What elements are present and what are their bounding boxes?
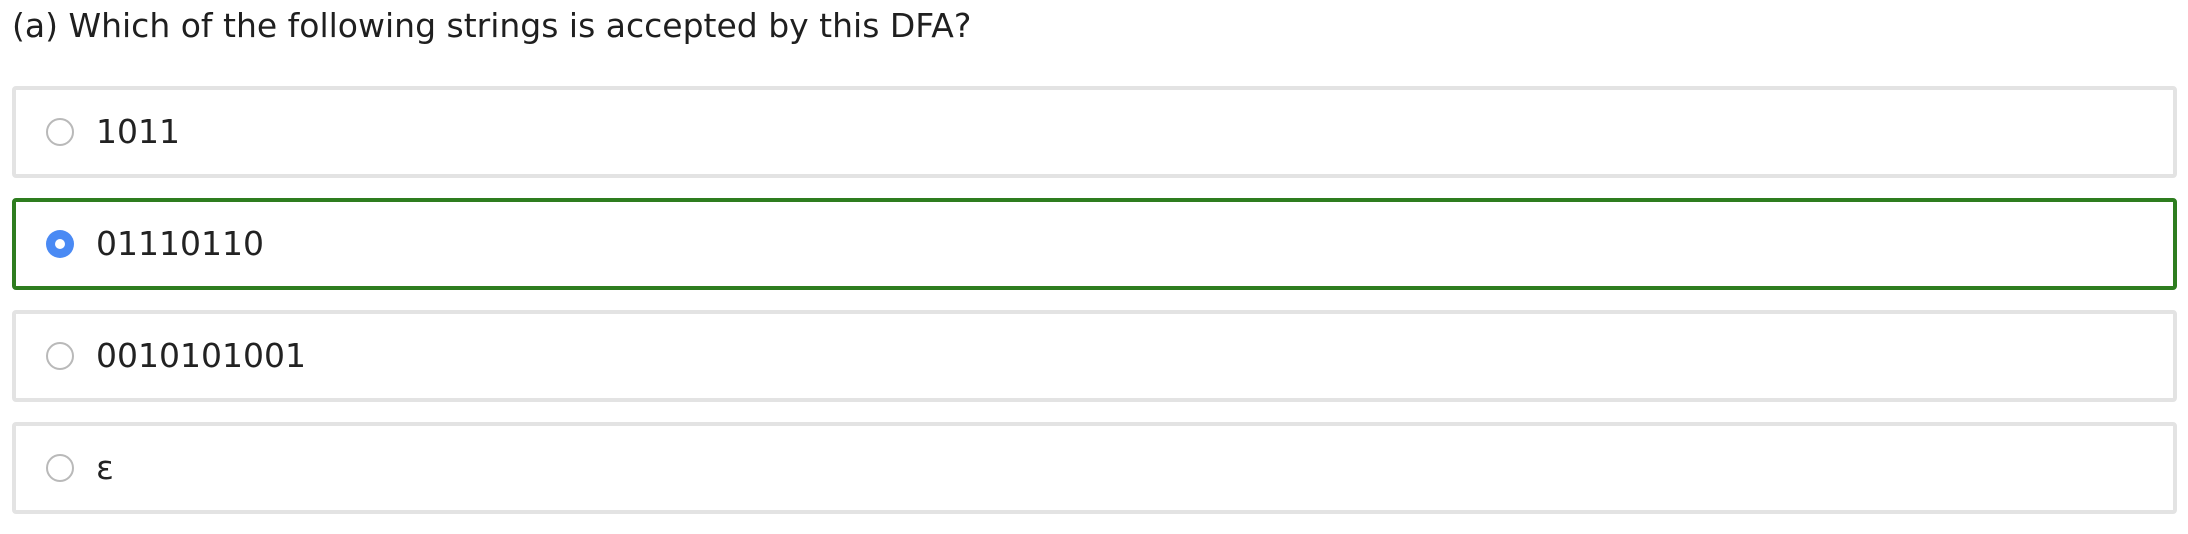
option-label: ε — [96, 448, 114, 487]
option-label: 0010101001 — [96, 336, 306, 375]
option-epsilon[interactable]: ε — [12, 422, 2177, 514]
option-01110110[interactable]: 01110110 — [12, 198, 2177, 290]
question-text: (a) Which of the following strings is ac… — [12, 6, 972, 45]
option-label: 1011 — [96, 112, 180, 151]
radio-button[interactable] — [46, 342, 74, 370]
option-1011[interactable]: 1011 — [12, 86, 2177, 178]
option-0010101001[interactable]: 0010101001 — [12, 310, 2177, 402]
radio-button-checked[interactable] — [46, 230, 74, 258]
answer-options: 1011 01110110 0010101001 ε — [12, 86, 2177, 534]
radio-button[interactable] — [46, 118, 74, 146]
option-label: 01110110 — [96, 224, 264, 263]
radio-button[interactable] — [46, 454, 74, 482]
